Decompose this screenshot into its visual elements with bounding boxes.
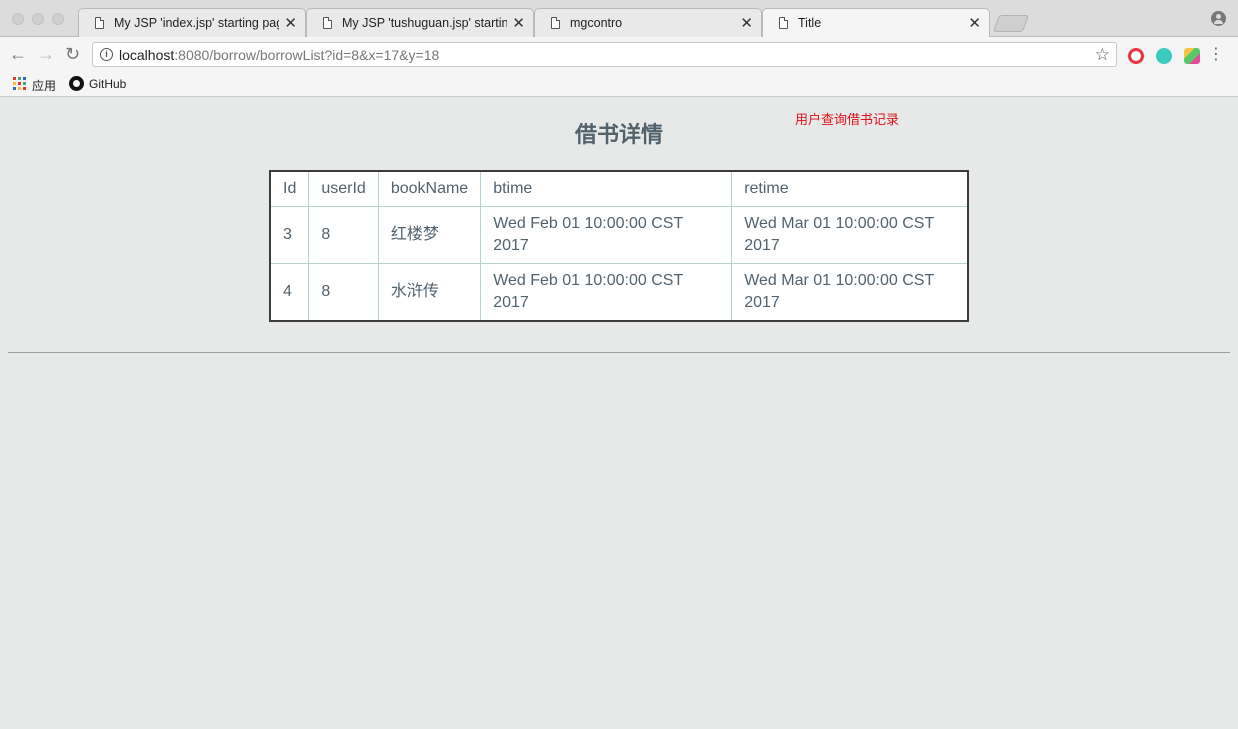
bookmark-apps[interactable]: 应用 [32, 77, 56, 94]
cell-userid: 8 [308, 206, 379, 264]
tab-title-active[interactable]: Title ✕ [762, 8, 990, 38]
tab-title: My JSP 'index.jsp' starting page [114, 16, 279, 30]
column-header-retime: retime [731, 170, 969, 207]
mercury-extension-icon[interactable] [1156, 48, 1172, 64]
new-tab-button[interactable] [992, 15, 1030, 32]
cell-bookname: 红楼梦 [377, 206, 482, 264]
browser-toolbar: ← → ↻ i localhost:8080/borrow/borrowList… [0, 37, 1238, 72]
close-icon[interactable]: ✕ [740, 14, 753, 32]
table-header-row: Id userId bookName btime retime [269, 170, 969, 207]
cell-retime: Wed Mar 01 10:00:00 CST 2017 [731, 206, 969, 264]
menu-icon[interactable]: ⋮ [1208, 47, 1224, 63]
tab-strip: My JSP 'index.jsp' starting page ✕ My JS… [0, 0, 1238, 38]
bookmarks-bar: 应用 GitHub [0, 72, 1238, 97]
github-icon[interactable] [69, 76, 84, 91]
tab-tushuguan-jsp[interactable]: My JSP 'tushuguan.jsp' starting page ✕ [306, 8, 534, 37]
column-header-userid: userId [308, 170, 379, 207]
cell-btime: Wed Feb 01 10:00:00 CST 2017 [480, 206, 733, 264]
bookmark-github[interactable]: GitHub [89, 77, 126, 91]
page-title: 借书详情 [574, 122, 663, 147]
cell-btime: Wed Feb 01 10:00:00 CST 2017 [480, 263, 733, 322]
bookmark-star-icon[interactable]: ☆ [1095, 45, 1110, 65]
colorful-extension-icon[interactable] [1184, 48, 1200, 64]
column-header-btime: btime [480, 170, 733, 207]
reload-icon[interactable]: ↻ [65, 44, 80, 64]
table-row: 4 8 水浒传 Wed Feb 01 10:00:00 CST 2017 Wed… [269, 263, 969, 322]
page-note: 用户查询借书记录 [795, 112, 900, 127]
page-icon [323, 17, 332, 29]
cell-id: 4 [269, 263, 310, 322]
window-zoom-button[interactable] [52, 13, 64, 25]
address-bar[interactable]: i localhost:8080/borrow/borrowList?id=8&… [92, 42, 1117, 67]
table-row: 3 8 红楼梦 Wed Feb 01 10:00:00 CST 2017 Wed… [269, 206, 969, 264]
window-close-button[interactable] [12, 13, 24, 25]
horizontal-rule [8, 352, 1230, 353]
page-content: 借书详情 用户查询借书记录 Id userId bookName btime r… [0, 97, 1238, 729]
tab-title: Title [798, 16, 822, 30]
profile-icon[interactable] [1211, 11, 1226, 26]
column-header-id: Id [269, 170, 310, 207]
back-arrow-icon[interactable]: ← [9, 44, 27, 64]
page-icon [551, 17, 560, 29]
apps-grid-icon[interactable] [13, 77, 26, 90]
tab-title: My JSP 'tushuguan.jsp' starting page [342, 16, 507, 30]
url-text[interactable]: localhost:8080/borrow/borrowList?id=8&x=… [119, 47, 439, 63]
close-icon[interactable]: ✕ [968, 14, 981, 32]
cell-userid: 8 [308, 263, 379, 322]
column-header-bookname: bookName [377, 170, 482, 207]
window-minimize-button[interactable] [32, 13, 44, 25]
close-icon[interactable]: ✕ [284, 14, 297, 32]
info-icon[interactable]: i [100, 48, 113, 61]
tab-index-jsp[interactable]: My JSP 'index.jsp' starting page ✕ [78, 8, 306, 37]
forward-arrow-icon[interactable]: → [37, 44, 55, 64]
cell-retime: Wed Mar 01 10:00:00 CST 2017 [731, 263, 969, 322]
cell-id: 3 [269, 206, 310, 264]
close-icon[interactable]: ✕ [512, 14, 525, 32]
opera-extension-icon[interactable] [1128, 48, 1144, 64]
tab-mgcontro[interactable]: mgcontro ✕ [534, 8, 762, 37]
cell-bookname: 水浒传 [377, 263, 482, 322]
borrow-table: Id userId bookName btime retime 3 8 红楼梦 … [269, 170, 969, 322]
page-icon [779, 17, 788, 29]
tab-title: mgcontro [570, 16, 623, 30]
page-icon [95, 17, 104, 29]
